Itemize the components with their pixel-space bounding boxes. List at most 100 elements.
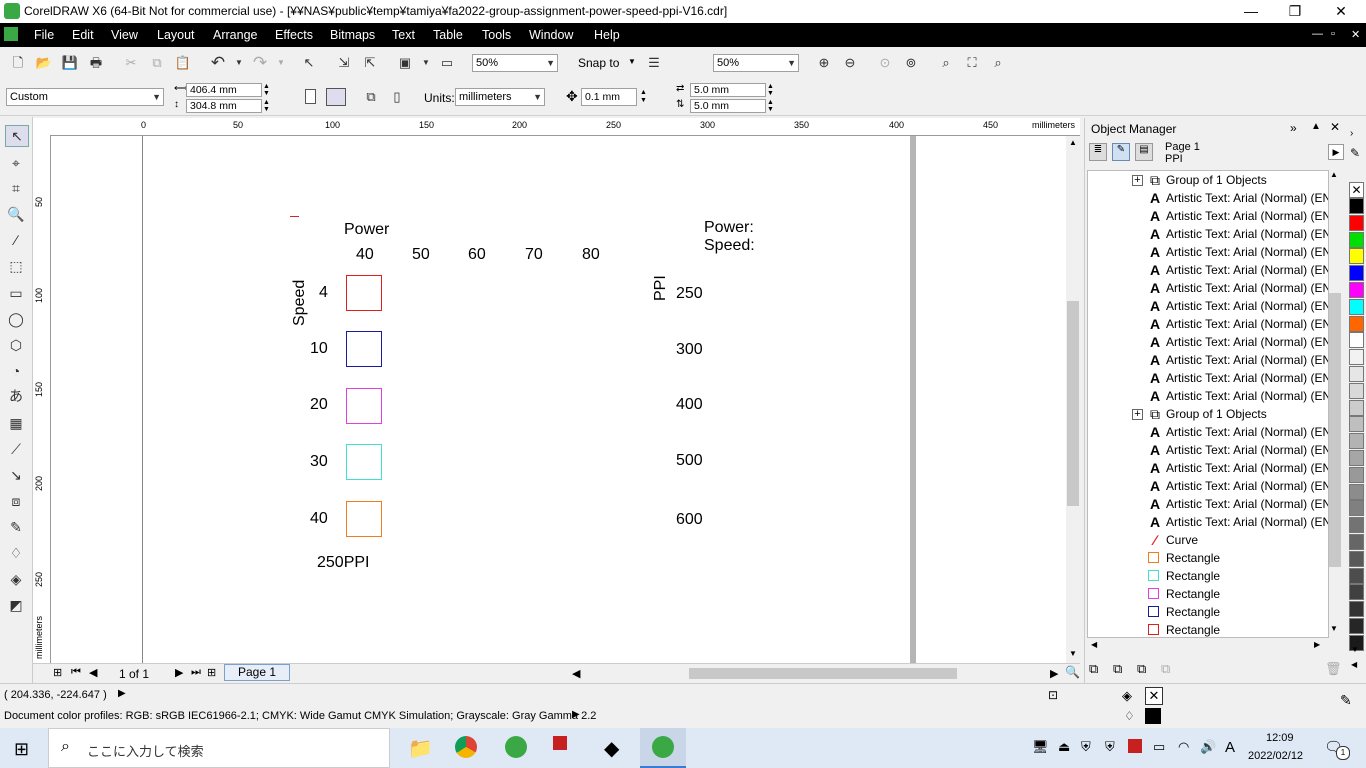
- object-tree-row[interactable]: Rectangle: [1088, 603, 1328, 621]
- smart-fill-icon[interactable]: ⬚: [5, 256, 27, 276]
- new-layer-icon[interactable]: ⧉: [1089, 661, 1098, 677]
- dimension-tool-icon[interactable]: ⟋: [5, 439, 27, 459]
- close-button[interactable]: ✕: [1318, 0, 1364, 23]
- tray-wifi-icon[interactable]: ◠: [1178, 739, 1189, 755]
- expand-icon[interactable]: +: [1132, 175, 1143, 186]
- object-tree-row[interactable]: A Artistic Text: Arial (Normal) (EN: [1088, 261, 1328, 279]
- right-speed-label[interactable]: Speed:: [704, 237, 755, 255]
- zoom-out-icon[interactable]: ⊖: [840, 53, 860, 73]
- search-content-icon[interactable]: ↖: [299, 53, 319, 73]
- page-preset-combo[interactable]: Custom ▼: [6, 88, 164, 106]
- drawing-canvas[interactable]: Power 40 50 60 70 80 Speed 4 10 20 30 40…: [51, 136, 1066, 663]
- delete-icon[interactable]: 🗑: [1325, 661, 1342, 677]
- zoom-level-combo[interactable]: 50% ▼: [472, 54, 558, 72]
- object-tree-row[interactable]: A Artistic Text: Arial (Normal) (EN: [1088, 459, 1328, 477]
- outline-color-swatch[interactable]: [1145, 708, 1161, 724]
- object-tree-row[interactable]: A Artistic Text: Arial (Normal) (EN: [1088, 279, 1328, 297]
- zoom-height-icon[interactable]: ⌕: [988, 53, 1008, 73]
- minimize-button[interactable]: —: [1228, 0, 1274, 23]
- tray-battery-icon[interactable]: ▭: [1153, 739, 1165, 755]
- shape-tool-icon[interactable]: ⌖: [5, 153, 27, 173]
- coords-arrow-icon[interactable]: ▶: [118, 688, 126, 699]
- color-swatch[interactable]: [1349, 248, 1364, 265]
- save-icon[interactable]: 💾: [60, 53, 80, 73]
- snap-to-button[interactable]: Snap to: [578, 56, 619, 70]
- profiles-arrow-icon[interactable]: ▶: [572, 709, 580, 720]
- app-red-icon[interactable]: [553, 736, 567, 750]
- edit-fill-icon[interactable]: ✎: [1340, 692, 1352, 709]
- expand-panel-icon[interactable]: »: [1290, 121, 1297, 135]
- welcome-screen-icon[interactable]: ▭: [437, 53, 457, 73]
- color-swatch[interactable]: [1349, 618, 1364, 634]
- zoom-width-icon[interactable]: ⛶: [962, 53, 982, 73]
- tray-usb-icon[interactable]: ⏏: [1058, 739, 1070, 755]
- last-page-icon[interactable]: ⏭: [191, 666, 201, 679]
- units-combo[interactable]: millimeters ▼: [455, 88, 545, 106]
- windows-start-icon[interactable]: ⊞: [14, 739, 29, 760]
- blend-tool-icon[interactable]: ⧈: [5, 491, 27, 511]
- h-scroll-thumb[interactable]: [689, 668, 957, 679]
- object-tree-row[interactable]: Rectangle: [1088, 621, 1328, 637]
- color-swatch[interactable]: [1349, 298, 1364, 315]
- object-tree-row[interactable]: ∕ Curve: [1088, 531, 1328, 549]
- zoom-tool-icon[interactable]: 🔍: [5, 204, 27, 224]
- object-tree-row[interactable]: A Artistic Text: Arial (Normal) (EN: [1088, 243, 1328, 261]
- ppi-value[interactable]: 600: [676, 511, 703, 529]
- color-swatch[interactable]: [1349, 265, 1364, 282]
- undo-dropdown-icon[interactable]: ▼: [229, 53, 249, 73]
- options-icon[interactable]: ☰: [644, 53, 664, 73]
- coreldraw-active-task[interactable]: [640, 728, 686, 768]
- object-tree-row[interactable]: A Artistic Text: Arial (Normal) (EN: [1088, 333, 1328, 351]
- import-icon[interactable]: ⇲: [334, 53, 354, 73]
- color-swatch[interactable]: [1349, 332, 1364, 349]
- interactive-fill-icon[interactable]: ◩: [5, 595, 27, 615]
- menu-text[interactable]: Text: [392, 28, 415, 42]
- menu-help[interactable]: Help: [594, 28, 620, 42]
- crop-tool-icon[interactable]: ⌗: [5, 178, 27, 198]
- nudge-stepper-icon[interactable]: ▲ ▼: [640, 89, 647, 105]
- basic-shapes-icon[interactable]: ◔: [5, 361, 27, 381]
- ppi-value[interactable]: 250: [676, 285, 703, 303]
- show-properties-icon[interactable]: ≣: [1089, 143, 1107, 161]
- color-swatch[interactable]: [1349, 366, 1364, 382]
- right-power-label[interactable]: Power:: [704, 219, 754, 237]
- export-icon[interactable]: ⇱: [360, 53, 380, 73]
- ppi-label[interactable]: PPI: [652, 275, 670, 301]
- layer-manager-view-icon[interactable]: ▤: [1135, 143, 1153, 161]
- file-explorer-icon[interactable]: 📁: [408, 736, 433, 761]
- palette-expand-icon[interactable]: ◀: [1351, 660, 1357, 669]
- color-swatch[interactable]: [1349, 214, 1364, 231]
- object-tree-row[interactable]: A Artistic Text: Arial (Normal) (EN: [1088, 513, 1328, 531]
- menu-arrange[interactable]: Arrange: [213, 28, 257, 42]
- color-proof-icon[interactable]: ⊡: [1048, 688, 1058, 702]
- menu-window[interactable]: Window: [529, 28, 573, 42]
- color-swatch[interactable]: [1349, 399, 1364, 416]
- new-document-icon[interactable]: 🗋: [8, 53, 28, 73]
- expand-icon[interactable]: +: [1132, 409, 1143, 420]
- coreldraw-icon[interactable]: [505, 736, 527, 758]
- tree-scroll-left-icon[interactable]: ◀: [1091, 640, 1097, 649]
- add-page-before-icon[interactable]: ⊞: [53, 666, 62, 679]
- color-swatch[interactable]: [1349, 416, 1364, 433]
- test-square[interactable]: [346, 275, 382, 311]
- object-tree-row[interactable]: A Artistic Text: Arial (Normal) (EN: [1088, 315, 1328, 333]
- table-tool-icon[interactable]: ▦: [5, 413, 27, 433]
- tree-scroll-right-icon[interactable]: ▶: [1314, 640, 1320, 649]
- redo-dropdown-icon[interactable]: ▼: [271, 53, 291, 73]
- object-tree-row[interactable]: + ⧉ Group of 1 Objects: [1088, 171, 1328, 189]
- chrome-icon[interactable]: [455, 736, 477, 758]
- object-tree-row[interactable]: A Artistic Text: Arial (Normal) (EN: [1088, 441, 1328, 459]
- vertical-scrollbar[interactable]: ▲ ▼: [1066, 136, 1080, 663]
- color-swatch[interactable]: [1349, 433, 1364, 450]
- object-tree-row[interactable]: A Artistic Text: Arial (Normal) (EN: [1088, 207, 1328, 225]
- tray-network-icon[interactable]: 🖥: [1032, 739, 1049, 755]
- object-tree-row[interactable]: Rectangle: [1088, 567, 1328, 585]
- color-swatch[interactable]: [1349, 450, 1364, 466]
- all-pages-icon[interactable]: ⧉: [361, 87, 381, 107]
- object-tree-row[interactable]: A Artistic Text: Arial (Normal) (EN: [1088, 387, 1328, 405]
- menu-bitmaps[interactable]: Bitmaps: [330, 28, 375, 42]
- ppi-footer-label[interactable]: 250PPI: [317, 554, 369, 572]
- inkscape-icon[interactable]: ◆: [604, 736, 619, 761]
- power-value[interactable]: 60: [468, 246, 486, 264]
- color-swatch[interactable]: [1349, 550, 1364, 567]
